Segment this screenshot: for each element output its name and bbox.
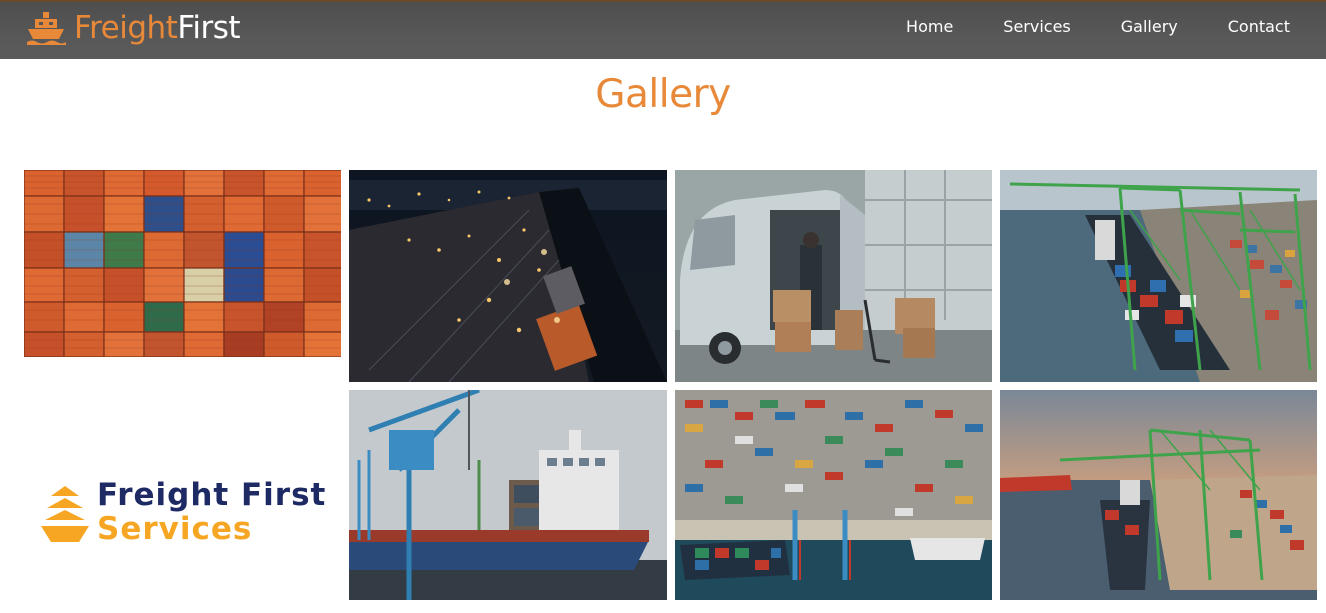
page-title: Gallery: [595, 72, 731, 117]
gallery-image-container-ship-with-cranes[interactable]: [1000, 170, 1317, 382]
logo-line1: Freight First: [97, 477, 327, 513]
nav-item-services: Services: [1003, 17, 1070, 37]
brand-name: FreightFirst: [74, 9, 241, 46]
gallery-image-container-port-at-sunset[interactable]: [1000, 390, 1317, 600]
gallery-image-cargo-ship-with-harbor-crane[interactable]: [349, 390, 667, 600]
nav-item-contact: Contact: [1228, 17, 1290, 37]
nav-link-gallery[interactable]: Gallery: [1121, 17, 1178, 36]
logo-line2: Services: [97, 511, 253, 547]
ship-icon: [26, 11, 66, 45]
nav-menu: Home Services Gallery Contact: [856, 2, 1290, 51]
nav-item-gallery: Gallery: [1121, 17, 1178, 37]
nav-link-services[interactable]: Services: [1003, 17, 1070, 36]
gallery-image-port-at-night-aerial[interactable]: [349, 170, 667, 382]
nav-item-home: Home: [906, 17, 953, 37]
brand-link[interactable]: FreightFirst: [26, 8, 241, 48]
navbar: FreightFirst Home Services Gallery Conta…: [0, 0, 1326, 59]
nav-link-home[interactable]: Home: [906, 17, 953, 36]
brand-name-part2: First: [177, 9, 241, 46]
nav-link-contact[interactable]: Contact: [1228, 17, 1290, 36]
company-logo: Freight First Services: [24, 470, 341, 560]
gallery-image-stacked-shipping-containers[interactable]: [24, 170, 341, 357]
ship-logo-icon: [39, 484, 91, 546]
gallery-image-container-terminal-aerial[interactable]: [675, 390, 992, 600]
brand-name-part1: Freight: [74, 9, 178, 46]
gallery-image-delivery-van-loading-boxes[interactable]: [675, 170, 992, 382]
